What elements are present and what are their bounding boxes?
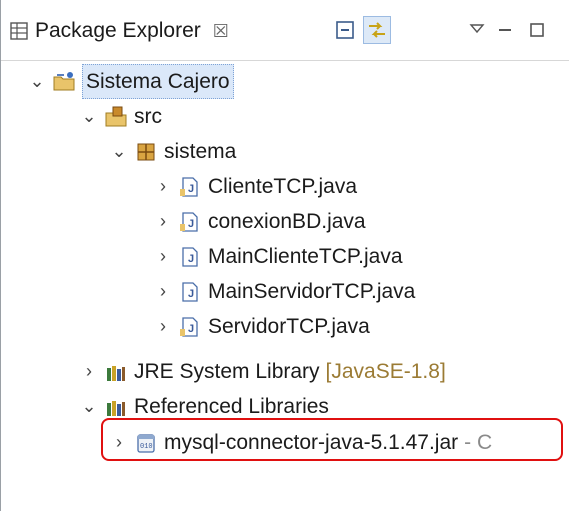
java-file-icon: J — [182, 246, 198, 267]
chevron-down-icon[interactable]: ⌄ — [78, 100, 100, 133]
tree-item-src[interactable]: ⌄ src — [78, 100, 162, 133]
svg-text:J: J — [188, 288, 194, 300]
chevron-down-icon[interactable]: ⌄ — [78, 390, 100, 423]
jre-version: [JavaSE-1.8] — [325, 360, 446, 383]
package-icon — [137, 143, 155, 160]
chevron-right-icon[interactable]: › — [78, 355, 100, 388]
chevron-down-icon[interactable]: ⌄ — [26, 65, 48, 98]
tab-title: Package Explorer — [35, 19, 201, 42]
svg-text:J: J — [188, 218, 194, 230]
file-label: MainServidorTCP.java — [208, 280, 416, 303]
tree-item-file[interactable]: › J conexionBD.java — [152, 205, 366, 238]
java-project-icon — [53, 71, 75, 90]
file-label: conexionBD.java — [208, 210, 366, 233]
tree-item-package[interactable]: ⌄ sistema — [108, 135, 236, 168]
view-menu-icon — [469, 24, 485, 34]
tree-item-file[interactable]: › J ServidorTCP.java — [152, 310, 370, 343]
tab-package-explorer[interactable]: Package Explorer ☒ — [9, 14, 229, 48]
project-label: Sistema Cajero — [82, 64, 234, 99]
minimize-icon — [499, 29, 511, 31]
java-file-icon: J — [182, 281, 198, 302]
jre-label: JRE System Library — [134, 360, 320, 383]
close-icon[interactable]: ☒ — [213, 21, 229, 42]
link-with-editor-icon — [369, 22, 385, 38]
package-label: sistema — [164, 140, 237, 163]
java-file-icon: J — [180, 211, 198, 232]
annotation-highlight — [101, 418, 563, 461]
chevron-right-icon[interactable]: › — [152, 310, 174, 343]
file-label: MainClienteTCP.java — [208, 245, 403, 268]
link-with-editor-button[interactable] — [363, 16, 391, 44]
package-explorer-view: Package Explorer ☒ ⌄ Sistema Cajero ⌄ sr… — [0, 0, 569, 511]
minimize-button[interactable] — [491, 16, 519, 44]
svg-text:J: J — [188, 183, 194, 195]
chevron-right-icon[interactable]: › — [152, 170, 174, 203]
tree-item-file[interactable]: › J ClienteTCP.java — [152, 170, 357, 203]
chevron-right-icon[interactable]: › — [152, 205, 174, 238]
chevron-right-icon[interactable]: › — [152, 240, 174, 273]
maximize-button[interactable] — [523, 16, 551, 44]
java-file-icon: J — [180, 176, 198, 197]
library-icon — [107, 400, 125, 416]
package-explorer-icon — [10, 22, 28, 40]
src-label: src — [134, 105, 162, 128]
file-label: ServidorTCP.java — [208, 315, 370, 338]
file-label: ClienteTCP.java — [208, 175, 358, 198]
library-icon — [107, 365, 125, 381]
chevron-down-icon[interactable]: ⌄ — [108, 135, 130, 168]
view-menu-button[interactable] — [463, 16, 491, 44]
maximize-icon — [530, 23, 544, 37]
collapse-all-icon — [336, 21, 354, 39]
source-folder-icon — [105, 106, 127, 126]
chevron-right-icon[interactable]: › — [152, 275, 174, 308]
svg-text:J: J — [188, 253, 194, 265]
java-file-icon: J — [180, 316, 198, 337]
view-titlebar: Package Explorer ☒ — [1, 0, 569, 61]
svg-text:J: J — [188, 323, 194, 335]
tree-item-jre[interactable]: › JRE System Library [JavaSE-1.8] — [78, 355, 446, 388]
tree-item-project[interactable]: ⌄ Sistema Cajero — [26, 64, 234, 99]
tree-item-file[interactable]: › J MainServidorTCP.java — [152, 275, 415, 308]
collapse-all-button[interactable] — [331, 16, 359, 44]
tree-item-file[interactable]: › J MainClienteTCP.java — [152, 240, 403, 273]
